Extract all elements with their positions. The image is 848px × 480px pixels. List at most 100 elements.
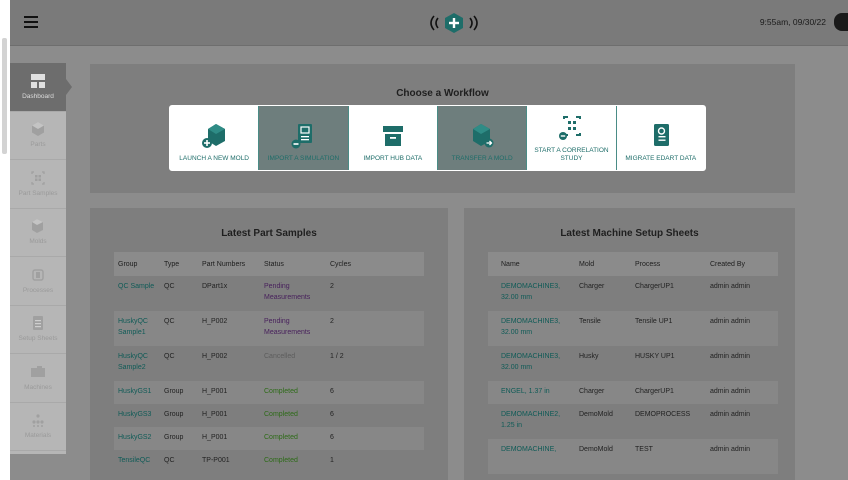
column-header: Created By xyxy=(710,260,746,268)
browser-left-strip xyxy=(0,0,10,480)
cell-group[interactable]: HuskyQC Sample2 xyxy=(114,351,164,373)
cell-part: H_P001 xyxy=(202,434,228,441)
cell-status: Completed xyxy=(264,434,298,441)
user-avatar-icon[interactable] xyxy=(834,13,848,31)
tile-label: IMPORT HUB DATA xyxy=(363,155,423,162)
mold-cube-add-icon xyxy=(202,124,226,148)
column-header: Mold xyxy=(579,260,595,268)
tile-label: LAUNCH A NEW MOLD xyxy=(179,155,250,162)
correlation-study-icon xyxy=(559,116,582,140)
cell-part: H_P001 xyxy=(202,388,228,395)
cell-status: Completed xyxy=(264,457,298,464)
table-row[interactable]: DEMOMACHINE, DemoMold TEST admin admin xyxy=(488,439,778,474)
cell-name[interactable]: DEMOMACHINE3, 32.00 mm xyxy=(488,351,579,373)
sidebar-item-dashboard[interactable]: Dashboard xyxy=(10,63,72,112)
transfer-mold-button[interactable]: TRANSFER A MOLD xyxy=(437,106,528,170)
cell-group[interactable]: HuskyGS3 xyxy=(114,409,164,420)
sidebar-item-molds[interactable]: Molds xyxy=(10,209,66,257)
cell-mold: Husky xyxy=(579,353,599,360)
cell-name[interactable]: DEMOMACHINE2, 1.25 in xyxy=(488,409,579,431)
cell-part: TP-P001 xyxy=(202,457,230,464)
table-row[interactable]: DEMOMACHINE3, 32.00 mm Charger ChargerUP… xyxy=(488,276,778,311)
cell-name[interactable]: DEMOMACHINE, xyxy=(488,444,579,455)
table-header: Name Mold Process Created By xyxy=(488,252,778,276)
cell-cycles: 2 xyxy=(330,318,334,325)
cell-created-by: admin admin xyxy=(710,411,751,418)
table-row[interactable]: HuskyGS3 Group H_P001 Completed 6 xyxy=(114,404,424,427)
column-header: Type xyxy=(164,260,180,268)
processes-icon xyxy=(32,269,44,281)
cell-created-by: admin admin xyxy=(710,388,751,395)
sidebar: Dashboard Parts Part Samples Molds Proce… xyxy=(10,63,72,454)
cell-status: Completed xyxy=(264,411,298,418)
cell-process: TEST xyxy=(635,446,653,453)
table-row[interactable]: QC Sample QC DPart1x Pending Measurement… xyxy=(114,276,424,311)
launch-new-mold-button[interactable]: LAUNCH A NEW MOLD xyxy=(170,106,260,170)
sidebar-item-label: Part Samples xyxy=(18,189,58,197)
cell-part: H_P002 xyxy=(202,318,228,325)
table-row[interactable]: HuskyQC Sample1 QC H_P002 Pending Measur… xyxy=(114,311,424,346)
sidebar-item-machines[interactable]: Machines xyxy=(10,354,66,403)
setup-sheets-table: Name Mold Process Created By DEMOMACHINE… xyxy=(488,252,778,474)
app-logo xyxy=(430,13,478,33)
workflow-tiles: LAUNCH A NEW MOLD IMPORT A SIMULATION IM… xyxy=(169,105,706,171)
table-row[interactable]: HuskyGS2 Group H_P001 Completed 6 xyxy=(114,427,424,450)
cell-process: Tensile UP1 xyxy=(635,318,673,325)
cell-group[interactable]: TensileQC xyxy=(114,455,164,466)
sidebar-item-label: Processes xyxy=(22,286,54,294)
sidebar-item-processes[interactable]: Processes xyxy=(10,257,66,306)
setup-sheets-icon xyxy=(33,316,43,331)
cell-status: Pending Measurements xyxy=(264,283,311,301)
cell-created-by: admin admin xyxy=(710,283,751,290)
sidebar-item-materials[interactable]: Materials xyxy=(10,403,66,451)
table-row[interactable]: TensileQC QC TP-P001 Completed 1 xyxy=(114,450,424,473)
machines-icon xyxy=(31,365,45,377)
cell-group[interactable]: QC Sample xyxy=(114,281,164,292)
cell-type: QC xyxy=(164,283,175,290)
cell-part: DPart1x xyxy=(202,283,228,290)
start-correlation-study-button[interactable]: START A CORRELATION STUDY xyxy=(527,106,617,170)
workflow-title: Choose a Workflow xyxy=(396,88,489,99)
top-bar: 9:55am, 09/30/22 xyxy=(10,0,848,46)
sidebar-item-parts[interactable]: Parts xyxy=(10,112,66,160)
cell-group[interactable]: HuskyGS1 xyxy=(114,386,164,397)
migrate-edart-data-button[interactable]: MIGRATE EDART DATA xyxy=(617,106,705,170)
cell-cycles: 6 xyxy=(330,388,334,395)
dashboard-icon xyxy=(31,73,45,88)
table-row[interactable]: DEMOMACHINE2, 1.25 in DemoMold DEMOPROCE… xyxy=(488,404,778,439)
cell-status: Completed xyxy=(264,388,298,395)
table-row[interactable]: DEMOMACHINE3, 32.00 mm Tensile Tensile U… xyxy=(488,311,778,346)
table-row[interactable]: HuskyQC Sample2 QC H_P002 Cancelled 1 / … xyxy=(114,346,424,381)
sidebar-item-part-samples[interactable]: Part Samples xyxy=(10,160,66,209)
cell-name[interactable]: ENGEL, 1.37 in xyxy=(488,386,579,397)
cell-group[interactable]: HuskyGS2 xyxy=(114,432,164,443)
cell-mold: Charger xyxy=(579,388,605,395)
cell-type: QC xyxy=(164,353,175,360)
table-row[interactable]: ENGEL, 1.37 in Charger ChargerUP1 admin … xyxy=(488,381,778,404)
molds-icon xyxy=(32,219,43,234)
cell-group[interactable]: HuskyQC Sample1 xyxy=(114,316,164,338)
cell-name[interactable]: DEMOMACHINE3, 32.00 mm xyxy=(488,281,579,303)
cell-mold: DemoMold xyxy=(579,411,613,418)
hub-box-icon xyxy=(382,126,403,146)
latest-setup-sheets-panel: Latest Machine Setup Sheets Name Mold Pr… xyxy=(464,208,795,480)
cell-created-by: admin admin xyxy=(710,446,751,453)
scrollbar[interactable] xyxy=(2,38,7,154)
cell-process: HUSKY UP1 xyxy=(635,353,675,360)
cell-cycles: 1 xyxy=(330,457,334,464)
tile-label: IMPORT A SIMULATION xyxy=(267,155,340,162)
import-hub-data-button[interactable]: IMPORT HUB DATA xyxy=(349,106,438,170)
cell-name[interactable]: DEMOMACHINE3, 32.00 mm xyxy=(488,316,579,338)
edart-document-icon xyxy=(653,124,669,146)
table-row[interactable]: DEMOMACHINE3, 32.00 mm Husky HUSKY UP1 a… xyxy=(488,346,778,381)
tile-label: MIGRATE EDART DATA xyxy=(625,155,697,162)
table-row[interactable]: HuskyGS1 Group H_P001 Completed 6 xyxy=(114,381,424,404)
cell-type: Group xyxy=(164,411,184,418)
import-simulation-button[interactable]: IMPORT A SIMULATION xyxy=(259,106,349,170)
cell-type: QC xyxy=(164,457,175,464)
materials-icon xyxy=(32,414,44,428)
sidebar-item-setup-sheets[interactable]: Setup Sheets xyxy=(10,306,66,354)
simulation-import-icon xyxy=(291,124,313,149)
column-header: Cycles xyxy=(330,260,352,268)
menu-icon[interactable] xyxy=(24,16,38,28)
